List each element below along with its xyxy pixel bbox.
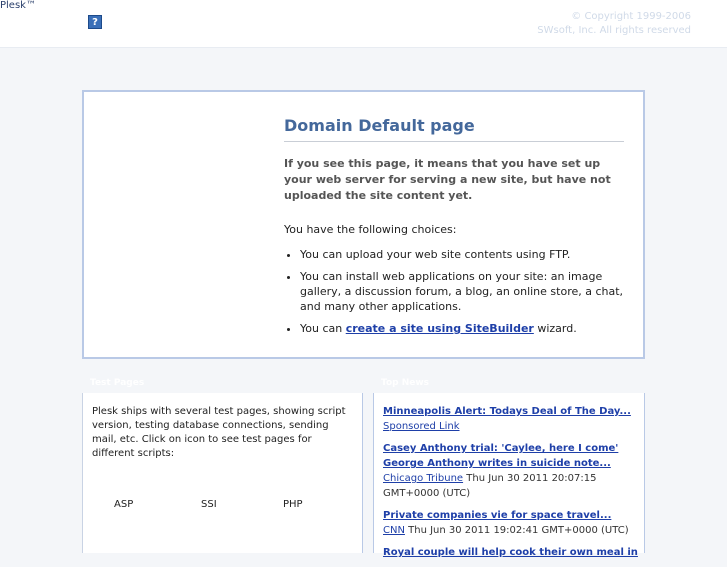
news-date: Thu Jun 30 2011 19:02:41 GMT+0000 (UTC) — [408, 525, 629, 536]
news-item: Casey Anthony trial: 'Caylee, here I com… — [383, 441, 639, 501]
test-page-ssi[interactable]: SSI — [201, 499, 217, 510]
plesk-logo: Plesk™ — [0, 0, 36, 11]
news-title-link[interactable]: Minneapolis Alert: Todays Deal of The Da… — [383, 404, 639, 419]
sitebuilder-link[interactable]: create a site using SiteBuilder — [346, 322, 534, 335]
news-title-link[interactable]: Casey Anthony trial: 'Caylee, here I com… — [383, 441, 639, 471]
choice-item: You can install web applications on your… — [300, 269, 624, 314]
intro-text: If you see this page, it means that you … — [284, 157, 611, 202]
default-page-content: Domain Default page If you see this page… — [284, 116, 624, 343]
test-pages-title: Test Pages — [90, 378, 145, 388]
top-news-panel: Minneapolis Alert: Todays Deal of The Da… — [373, 393, 645, 558]
news-source-link[interactable]: Sponsored Link — [383, 421, 460, 432]
page-title: Domain Default page — [284, 116, 624, 142]
choice-prefix: You can — [300, 322, 346, 335]
copyright-line-1: © Copyright 1999-2006 — [571, 11, 691, 22]
choice-item: You can create a site using SiteBuilder … — [300, 321, 624, 336]
news-source-link[interactable]: Chicago Tribune — [383, 473, 463, 484]
test-page-asp[interactable]: ASP — [114, 499, 133, 510]
news-source-link[interactable]: CNN — [383, 525, 405, 536]
test-pages-panel: Plesk ships with several test pages, sho… — [82, 393, 363, 553]
news-title-link[interactable]: Royal couple will help cook their own me… — [383, 545, 639, 560]
news-list: Minneapolis Alert: Todays Deal of The Da… — [383, 404, 639, 567]
help-icon[interactable]: ? — [88, 15, 102, 29]
choice-item: You can upload your web site contents us… — [300, 247, 624, 262]
choices-label: You have the following choices: — [284, 223, 457, 236]
choices-list: You can upload your web site contents us… — [284, 247, 624, 336]
test-page-php[interactable]: PHP — [283, 499, 303, 510]
default-page-panel: Domain Default page If you see this page… — [82, 90, 645, 359]
news-item: Minneapolis Alert: Todays Deal of The Da… — [383, 404, 639, 434]
test-pages-description: Plesk ships with several test pages, sho… — [92, 406, 346, 459]
copyright: © Copyright 1999-2006 SWsoft, Inc. All r… — [537, 10, 691, 38]
news-title-link[interactable]: Private companies vie for space travel..… — [383, 508, 639, 523]
top-news-title: Top News — [381, 378, 430, 388]
top-bar: Plesk™ ? © Copyright 1999-2006 SWsoft, I… — [0, 0, 727, 48]
copyright-line-2: SWsoft, Inc. All rights reserved — [537, 25, 691, 36]
news-item: Royal couple will help cook their own me… — [383, 545, 639, 560]
choice-suffix: wizard. — [533, 322, 577, 335]
news-item: Private companies vie for space travel..… — [383, 508, 639, 538]
